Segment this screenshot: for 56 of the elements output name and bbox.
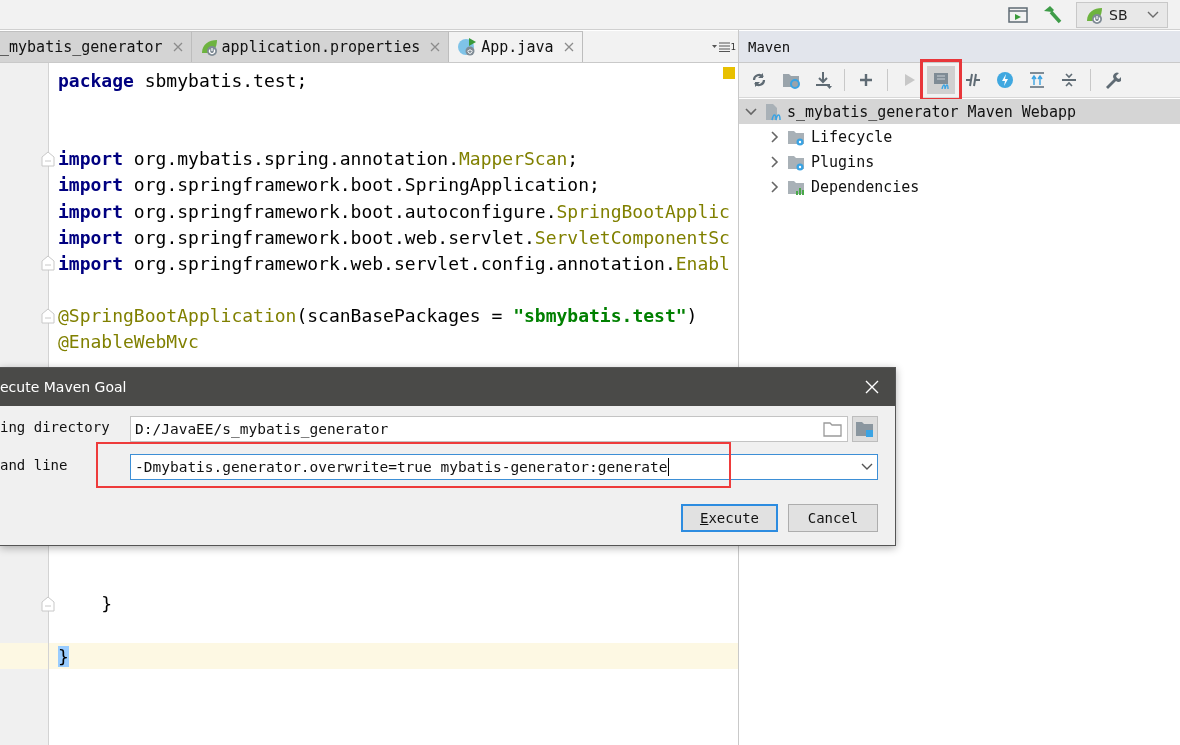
code-line: import org.mybatis.spring.annotation.MapperScan; — [58, 148, 579, 170]
collapse-icon — [1060, 71, 1078, 89]
code-line: @SpringBootApplication(scanBasePackages = "sbmybatis.test") — [58, 305, 698, 327]
dialog-title: ecute Maven Goal — [0, 379, 127, 395]
spring-icon — [1085, 5, 1103, 24]
close-icon — [430, 42, 441, 52]
class-icon — [457, 37, 478, 57]
run-window-icon — [1008, 5, 1028, 24]
tree-item[interactable]: s_mybatis_generator Maven Webapp — [739, 99, 1180, 124]
document-icon — [932, 71, 950, 89]
tree-item[interactable]: Plugins — [739, 149, 1180, 174]
panel-title: Maven — [748, 38, 791, 55]
folder-sync-icon — [782, 71, 800, 89]
download-icon — [814, 71, 832, 89]
code-line: import org.springframework.boot.web.servlet.ServletComponentSc — [58, 226, 730, 248]
dialog-button[interactable]: Execute — [681, 504, 778, 532]
run-config-dropdown[interactable]: SB — [1076, 1, 1168, 28]
tree-item[interactable]: Dependencies — [739, 174, 1180, 199]
chevron-right-icon — [769, 155, 781, 168]
tree-item[interactable]: Lifecycle — [739, 124, 1180, 149]
close-icon — [865, 380, 879, 394]
warning-marker-icon — [723, 67, 735, 79]
command-combo-box[interactable]: -Dmybatis.generator.overwrite=true mybatis-generator:generate — [130, 454, 878, 480]
expand-icon — [1028, 71, 1046, 89]
hammer-icon — [1042, 4, 1062, 25]
spring-icon — [199, 38, 218, 56]
reload-icon — [750, 71, 768, 89]
slashed-line-icon — [964, 71, 982, 89]
chevron-down-icon — [745, 105, 757, 118]
editor-tab[interactable]: App.java — [449, 31, 583, 62]
code-line: @EnableWebMvc — [58, 331, 199, 353]
tab-list-button[interactable]: 1 — [711, 41, 736, 52]
tab-list-icon — [711, 41, 730, 52]
close-icon — [563, 42, 574, 52]
editor-tab[interactable]: _mybatis_generator — [0, 31, 192, 62]
close-button[interactable] — [863, 378, 881, 396]
folder-icon — [823, 421, 843, 437]
chevron-down-icon — [861, 463, 873, 471]
maven-file-icon — [763, 102, 781, 121]
dialog-button[interactable]: Cancel — [788, 504, 878, 532]
editor-tab[interactable]: application.properties — [191, 31, 450, 62]
code-line: import org.springframework.boot.autoconfigure.SpringBootApplic — [58, 200, 730, 222]
field-label: and line — [0, 456, 69, 473]
field-label: ing directory — [0, 418, 111, 435]
code-line: package sbmybatis.test; — [58, 69, 308, 91]
close-icon — [172, 42, 183, 52]
code-line: } — [100, 593, 113, 615]
plus-icon — [857, 71, 875, 89]
code-line: import org.springframework.boot.SpringApplication; — [58, 174, 600, 196]
chevron-right-icon — [769, 130, 781, 143]
chevron-down-icon — [1147, 10, 1159, 19]
chevron-right-icon — [769, 180, 781, 193]
path-field[interactable]: D:/JavaEE/s_mybatis_generator — [130, 416, 848, 442]
code-line: import org.springframework.web.servlet.config.annotation.Enabl — [58, 252, 730, 274]
folder-icon — [855, 420, 875, 438]
lightning-icon — [996, 71, 1014, 89]
